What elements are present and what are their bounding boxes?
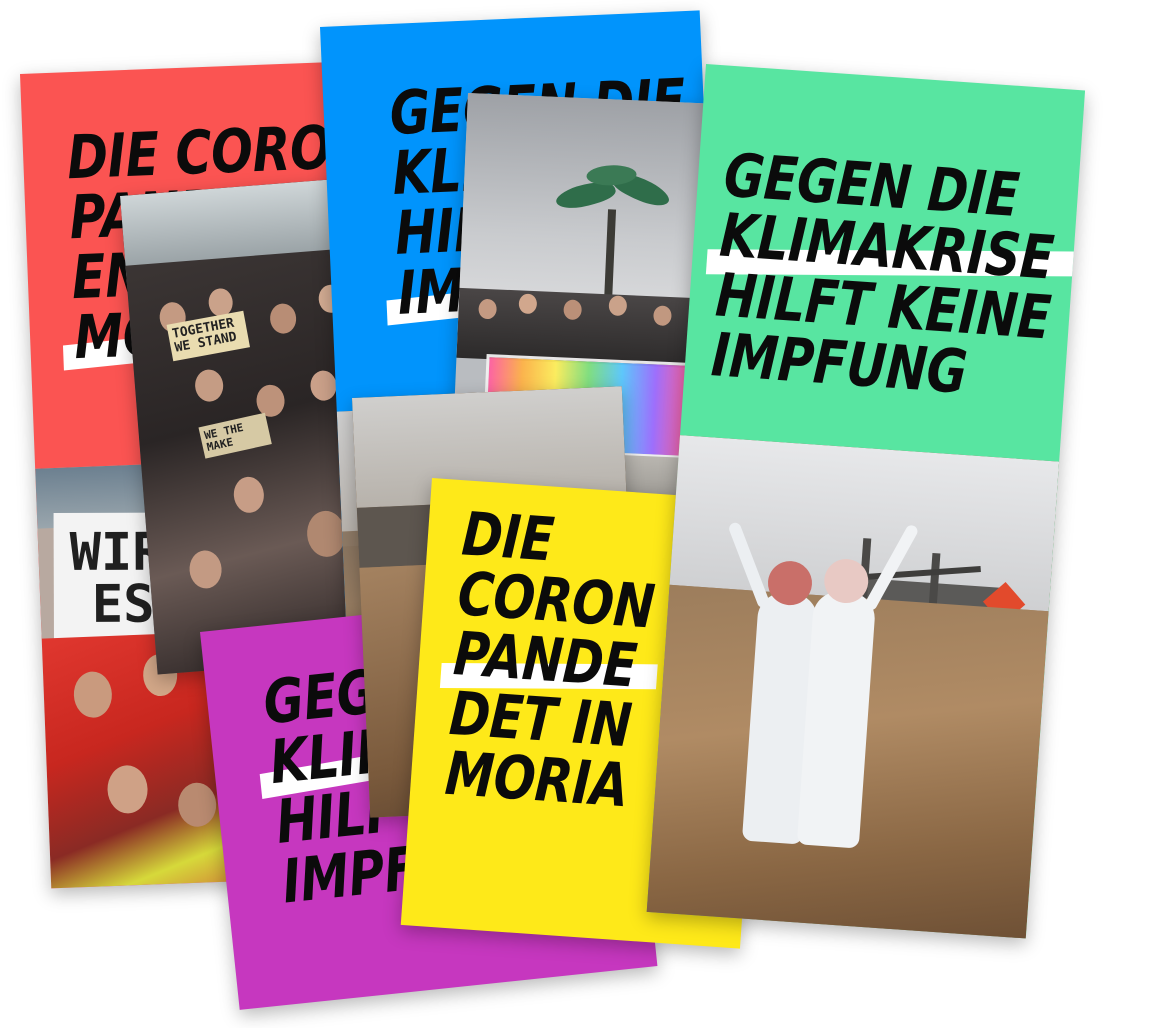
palm-leaves	[553, 163, 677, 228]
headline-yellow: DIE CORON PANDE DET IN MORIA	[442, 499, 660, 822]
headline-line-underlined: IM	[396, 255, 466, 329]
headline-green: GEGEN DIE KLIMAKRISE HILFT KEINE IMPFUNG	[709, 141, 1061, 409]
card-green: GEGEN DIE KLIMAKRISE HILFT KEINE IMPFUNG	[646, 64, 1086, 939]
headline-line: MORIA	[442, 738, 631, 822]
headline-line-underlined: PANDE	[451, 619, 639, 702]
photo-protesters-mine	[646, 433, 1060, 939]
